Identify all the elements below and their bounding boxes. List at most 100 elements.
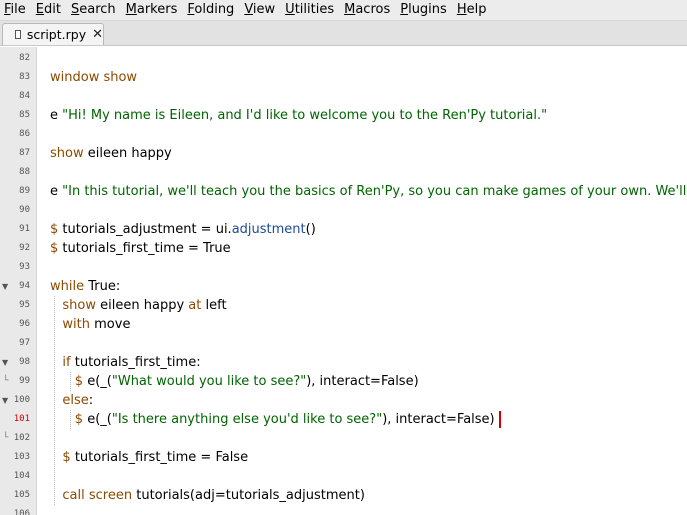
keyword-token: window show [50,70,138,85]
menu-label: acros [355,2,391,17]
code-token: move [90,317,131,332]
line-number: 86 [19,129,30,139]
code-token: ), interact=False) [306,374,419,389]
code-line[interactable]: with move [50,315,130,334]
line-number: 93 [19,262,30,272]
string-token: "Hi! My name is Eileen, and I'd like to … [62,108,548,123]
menu-search[interactable]: Search [67,0,122,20]
keyword-token: show [62,298,97,313]
code-token: tutorials_adjustment = ui. [58,222,232,237]
fold-triangle-icon[interactable]: ▼ [2,277,11,296]
line-number: 89 [19,186,30,196]
menu-mnemonic: E [35,2,44,17]
menu-view[interactable]: View [240,0,281,20]
menu-mnemonic: M [125,2,137,17]
keyword-token: $ [74,374,84,389]
menu-label: elp [466,2,487,17]
menu-label: dit [44,2,61,17]
line-number: 103 [13,452,30,462]
code-token: tutorials_first_time = False [70,450,249,465]
code-line[interactable]: e "Hi! My name is Eileen, and I'd like t… [50,106,547,125]
line-number: 97 [19,338,30,348]
line-number: 106 [13,509,30,515]
text-caret [498,411,501,428]
code-line[interactable]: show eileen happy [50,144,172,163]
line-number: 105 [13,490,30,500]
keyword-token: at [188,298,202,313]
code-token: () [305,222,316,237]
menu-label: iew [252,2,276,17]
code-line[interactable]: $ e(_("What would you like to see?"), in… [50,372,419,391]
code-token: tutorials(adj=tutorials_adjustment) [132,488,365,503]
menu-mnemonic: M [344,2,356,17]
string-token: "Is there anything else you'd like to se… [111,412,383,427]
code-token: e [50,108,63,123]
code-line[interactable]: if tutorials_first_time: [50,353,200,372]
code-line[interactable]: $ tutorials_adjustment = ui.adjustment() [50,220,316,239]
code-line[interactable]: show eileen happy at left [50,296,227,315]
line-number: 82 [19,53,30,63]
keyword-token: else [62,393,89,408]
code-line[interactable]: call screen tutorials(adj=tutorials_adju… [50,486,365,505]
line-number: 90 [19,205,30,215]
code-token: eileen happy [96,298,189,313]
code-token: ), interact=False) [382,412,495,427]
line-number: 87 [19,148,30,158]
string-token: "What would you like to see?" [111,374,307,389]
close-icon[interactable]: ✕ [92,27,103,42]
menu-utilities[interactable]: Utilities [281,0,340,20]
fold-triangle-icon[interactable]: ▼ [2,391,11,410]
menu-plugins[interactable]: Plugins [396,0,453,20]
indent-guide [54,296,55,505]
indent-guide [70,372,71,391]
menu-edit[interactable]: Edit [32,0,67,20]
menu-label: olding [194,2,235,17]
code-line[interactable]: e "In this tutorial, we'll teach you the… [50,182,687,201]
menu-file[interactable]: File [0,0,32,20]
menu-macros[interactable]: Macros [340,0,396,20]
line-number: 96 [19,319,30,329]
menu-label: earch [79,2,116,17]
fold-triangle-icon[interactable]: ▼ [2,353,11,372]
file-icon [15,30,21,39]
line-number: 104 [13,471,30,481]
function-token: adjustment [231,222,306,237]
code-line[interactable]: $ tutorials_first_time = True [50,239,231,258]
keyword-token: show [50,146,84,161]
menu-label: ile [10,2,26,17]
code-token: e [50,184,63,199]
code-token: left [201,298,227,313]
code-line[interactable]: window show [50,68,137,87]
fold-end-icon: └ [3,376,9,386]
line-number: 85 [19,110,30,120]
tab-bar: script.rpy ✕ [0,21,687,46]
indent-guide [70,410,71,429]
menu-markers[interactable]: Markers [122,0,184,20]
code-token: True: [84,279,121,294]
keyword-token: while [50,279,85,294]
line-number: 91 [19,224,30,234]
line-number: 88 [19,167,30,177]
code-line[interactable]: else: [50,391,93,410]
keyword-token: $ [74,412,84,427]
keyword-token: call [62,488,85,503]
code-line[interactable]: $ e(_("Is there anything else you'd like… [50,410,495,429]
keyword-token: screen [88,488,133,503]
code-line[interactable]: while True: [50,277,120,296]
menu-folding[interactable]: Folding [183,0,240,20]
line-number-gutter: 82 83 84 85 86 87 88 89 90 91 92 93 94 ▼ 95 96 97 98 ▼ 99 └ 1… [0,47,37,515]
line-number: 84 [19,91,30,101]
tab-script-rpy[interactable]: script.rpy ✕ [2,23,104,45]
menu-mnemonic: S [70,2,80,17]
code-line[interactable]: $ tutorials_first_time = False [50,448,248,467]
menu-mnemonic: P [400,2,409,17]
menu-help[interactable]: Help [453,0,493,20]
code-token: eileen happy [83,146,172,161]
code-editor[interactable]: 82 83 84 85 86 87 88 89 90 91 92 93 94 ▼ 95 96 97 98 ▼ 99 └ 1… [0,47,687,515]
